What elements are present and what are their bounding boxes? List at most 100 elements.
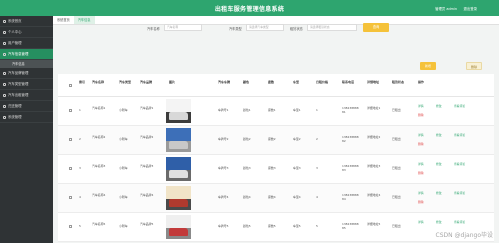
detail-button[interactable]: 详情 bbox=[418, 133, 424, 137]
cell-price: 4 bbox=[316, 195, 318, 199]
table-header: 索引 汽车名称 汽车类型 汽车品牌 图片 汽车车牌 颜色 座数 车型 日租价格 … bbox=[58, 74, 494, 97]
cell-model: 车型4 bbox=[293, 195, 301, 199]
sidebar-item-system[interactable]: 系统管理 bbox=[0, 112, 53, 123]
tab-car-info[interactable]: 汽车信息 bbox=[73, 16, 95, 24]
cell-phone: 13823888883 bbox=[342, 164, 359, 172]
row-delete-button[interactable]: 删除 bbox=[418, 200, 424, 204]
select-all-checkbox[interactable] bbox=[69, 84, 72, 87]
sidebar-item-label: 系统管理 bbox=[8, 115, 22, 119]
cell-index: 2 bbox=[79, 137, 81, 141]
cell-phone: 13823888881 bbox=[342, 106, 359, 114]
table-row: 4 汽车名称4 小轿车 汽车品牌4 车牌号4 颜色4 座数4 车型4 4 138… bbox=[58, 184, 494, 213]
edit-button[interactable]: 修改 bbox=[436, 191, 442, 195]
return-icon bbox=[3, 105, 6, 108]
car-type-select[interactable]: 请选择汽车类型 bbox=[246, 24, 284, 31]
detail-button[interactable]: 详情 bbox=[418, 104, 424, 108]
cell-price: 1 bbox=[316, 108, 318, 112]
cell-status: 已租出 bbox=[392, 108, 401, 112]
cell-seats: 座数1 bbox=[268, 108, 276, 112]
header-image: 图片 bbox=[169, 80, 176, 84]
table-row: 3 汽车名称3 小轿车 汽车品牌3 车牌号3 颜色3 座数3 车型3 3 138… bbox=[58, 155, 494, 184]
cell-phone: 13823888885 bbox=[342, 222, 359, 230]
cell-model: 车型5 bbox=[293, 224, 301, 228]
sidebar-item-rentals[interactable]: 汽车出租管理 bbox=[0, 90, 53, 101]
header-plate: 汽车车牌 bbox=[218, 80, 231, 84]
cell-plate: 车牌号1 bbox=[218, 108, 229, 112]
row-checkbox[interactable] bbox=[69, 109, 72, 112]
cell-plate: 车牌号4 bbox=[218, 195, 229, 199]
query-button[interactable]: 查询 bbox=[363, 23, 389, 32]
cell-brand: 汽车品牌2 bbox=[140, 135, 154, 139]
edit-button[interactable]: 修改 bbox=[436, 133, 442, 137]
cell-index: 1 bbox=[79, 108, 81, 112]
watermark: CSDN @django毕设 bbox=[435, 232, 493, 239]
row-checkbox[interactable] bbox=[69, 196, 72, 199]
row-delete-button[interactable]: 删除 bbox=[418, 113, 424, 117]
cell-model: 车型1 bbox=[293, 108, 301, 112]
view-comments-button[interactable]: 查看评论 bbox=[454, 220, 465, 224]
cell-index: 4 bbox=[79, 195, 81, 199]
row-delete-button[interactable]: 删除 bbox=[418, 142, 424, 146]
home-icon bbox=[3, 20, 6, 23]
sidebar-item-label: 汽车品牌管理 bbox=[8, 71, 29, 75]
key-icon bbox=[3, 94, 6, 97]
row-checkbox[interactable] bbox=[69, 138, 72, 141]
sidebar-item-brands[interactable]: 汽车品牌管理 bbox=[0, 68, 53, 79]
cell-seats: 座数4 bbox=[268, 195, 276, 199]
header-price: 日租价格 bbox=[316, 80, 329, 84]
sidebar-item-users[interactable]: 用户管理 bbox=[0, 38, 53, 49]
edit-button[interactable]: 修改 bbox=[436, 104, 442, 108]
sidebar: 系统首页 个人中心 用户管理 汽车信息管理 汽车信息 汽车品牌管理 汽车类型管理… bbox=[0, 16, 53, 243]
header-brand: 汽车品牌 bbox=[140, 80, 153, 84]
logout-link[interactable]: 退出登录 bbox=[463, 6, 477, 11]
cell-address: 详细地址4 bbox=[367, 193, 381, 197]
row-delete-button[interactable]: 删除 bbox=[418, 171, 424, 175]
header-actions: 操作 bbox=[418, 80, 425, 84]
sidebar-item-label: 汽车出租管理 bbox=[8, 93, 29, 97]
sidebar-item-label: 个人中心 bbox=[8, 30, 22, 34]
row-checkbox[interactable] bbox=[69, 225, 72, 228]
view-comments-button[interactable]: 查看评论 bbox=[454, 104, 465, 108]
edit-button[interactable]: 修改 bbox=[436, 220, 442, 224]
header-model: 车型 bbox=[293, 80, 300, 84]
detail-button[interactable]: 详情 bbox=[418, 220, 424, 224]
car-name-input[interactable]: 汽车名称 bbox=[164, 24, 202, 31]
sidebar-item-label: 系统首页 bbox=[8, 19, 22, 23]
edit-button[interactable]: 修改 bbox=[436, 162, 442, 166]
detail-button[interactable]: 详情 bbox=[418, 162, 424, 166]
cell-index: 5 bbox=[79, 224, 81, 228]
detail-button[interactable]: 详情 bbox=[418, 191, 424, 195]
cell-color: 颜色2 bbox=[243, 137, 251, 141]
header-color: 颜色 bbox=[243, 80, 250, 84]
add-button[interactable]: 新增 bbox=[420, 62, 436, 70]
car-type-label: 汽车类型 bbox=[229, 27, 242, 31]
car-image bbox=[166, 186, 191, 210]
table-row: 2 汽车名称2 小轿车 汽车品牌2 车牌号2 颜色2 座数2 车型2 2 138… bbox=[58, 126, 494, 155]
sidebar-item-cars[interactable]: 汽车信息管理 bbox=[0, 49, 53, 60]
cell-color: 颜色1 bbox=[243, 108, 251, 112]
cell-status: 已租出 bbox=[392, 166, 401, 170]
app-title: 出租车服务管理信息系统 bbox=[214, 6, 285, 13]
cell-brand: 汽车品牌5 bbox=[140, 222, 154, 226]
view-comments-button[interactable]: 查看评论 bbox=[454, 191, 465, 195]
sidebar-item-types[interactable]: 汽车类型管理 bbox=[0, 79, 53, 90]
cell-index: 3 bbox=[79, 166, 81, 170]
sidebar-item-returns[interactable]: 归还管理 bbox=[0, 101, 53, 112]
view-comments-button[interactable]: 查看评论 bbox=[454, 162, 465, 166]
submenu-item-car-info[interactable]: 汽车信息 bbox=[0, 60, 53, 68]
view-comments-button[interactable]: 查看评论 bbox=[454, 133, 465, 137]
cell-brand: 汽车品牌3 bbox=[140, 164, 154, 168]
user-icon bbox=[3, 31, 6, 34]
car-image bbox=[166, 215, 191, 239]
cell-color: 颜色5 bbox=[243, 224, 251, 228]
delete-button[interactable]: 删除 bbox=[466, 62, 482, 70]
sidebar-item-home[interactable]: 系统首页 bbox=[0, 16, 53, 27]
cell-type: 小轿车 bbox=[119, 166, 128, 170]
tab-home[interactable]: 系统首页 bbox=[53, 16, 74, 24]
car-image bbox=[166, 157, 191, 181]
cell-name: 汽车名称5 bbox=[92, 222, 106, 226]
cell-color: 颜色3 bbox=[243, 166, 251, 170]
rental-status-select[interactable]: 请选择租赁状态 bbox=[307, 24, 357, 31]
sidebar-item-profile[interactable]: 个人中心 bbox=[0, 27, 53, 38]
row-checkbox[interactable] bbox=[69, 167, 72, 170]
